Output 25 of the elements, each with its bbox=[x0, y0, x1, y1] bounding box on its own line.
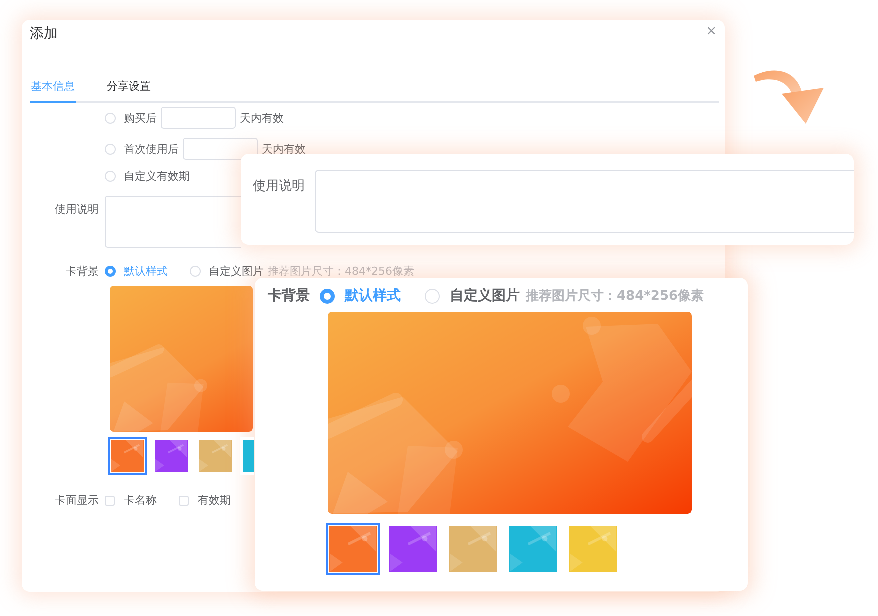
field-label: 卡背景 bbox=[268, 287, 310, 305]
unit-label: 天内有效 bbox=[262, 142, 306, 156]
hint-text: 推荐图片尺寸：484*256像素 bbox=[268, 264, 414, 279]
hint-text: 推荐图片尺寸：484*256像素 bbox=[526, 288, 704, 305]
color-swatch[interactable] bbox=[240, 437, 254, 475]
radio-button[interactable]: 自定义有效期 bbox=[105, 168, 190, 184]
field-label: 卡背景 bbox=[65, 264, 100, 279]
checkbox[interactable]: 有效期 bbox=[179, 493, 231, 508]
field-label: 使用说明 bbox=[253, 178, 305, 195]
checkbox[interactable]: 卡名称 bbox=[105, 493, 157, 508]
radio-button[interactable]: 首次使用后 bbox=[105, 142, 179, 156]
input-field[interactable] bbox=[183, 138, 258, 160]
curved-arrow-icon bbox=[754, 70, 824, 124]
tab[interactable]: 分享设置 bbox=[106, 79, 152, 103]
text-area[interactable] bbox=[315, 170, 854, 233]
field-label: 使用说明 bbox=[54, 202, 100, 217]
close-button[interactable]: × bbox=[706, 25, 717, 39]
unit-label: 天内有效 bbox=[240, 110, 284, 126]
field-label: 卡面显示 bbox=[54, 493, 100, 508]
text-area[interactable] bbox=[105, 196, 241, 248]
radio-button[interactable]: 自定义图片 bbox=[190, 264, 264, 279]
radio-button[interactable]: 自定义图片 bbox=[425, 287, 520, 305]
dialog-title: 添加 bbox=[30, 25, 58, 43]
input-field[interactable] bbox=[161, 107, 236, 129]
radio-button[interactable]: 购买后 bbox=[105, 110, 157, 126]
